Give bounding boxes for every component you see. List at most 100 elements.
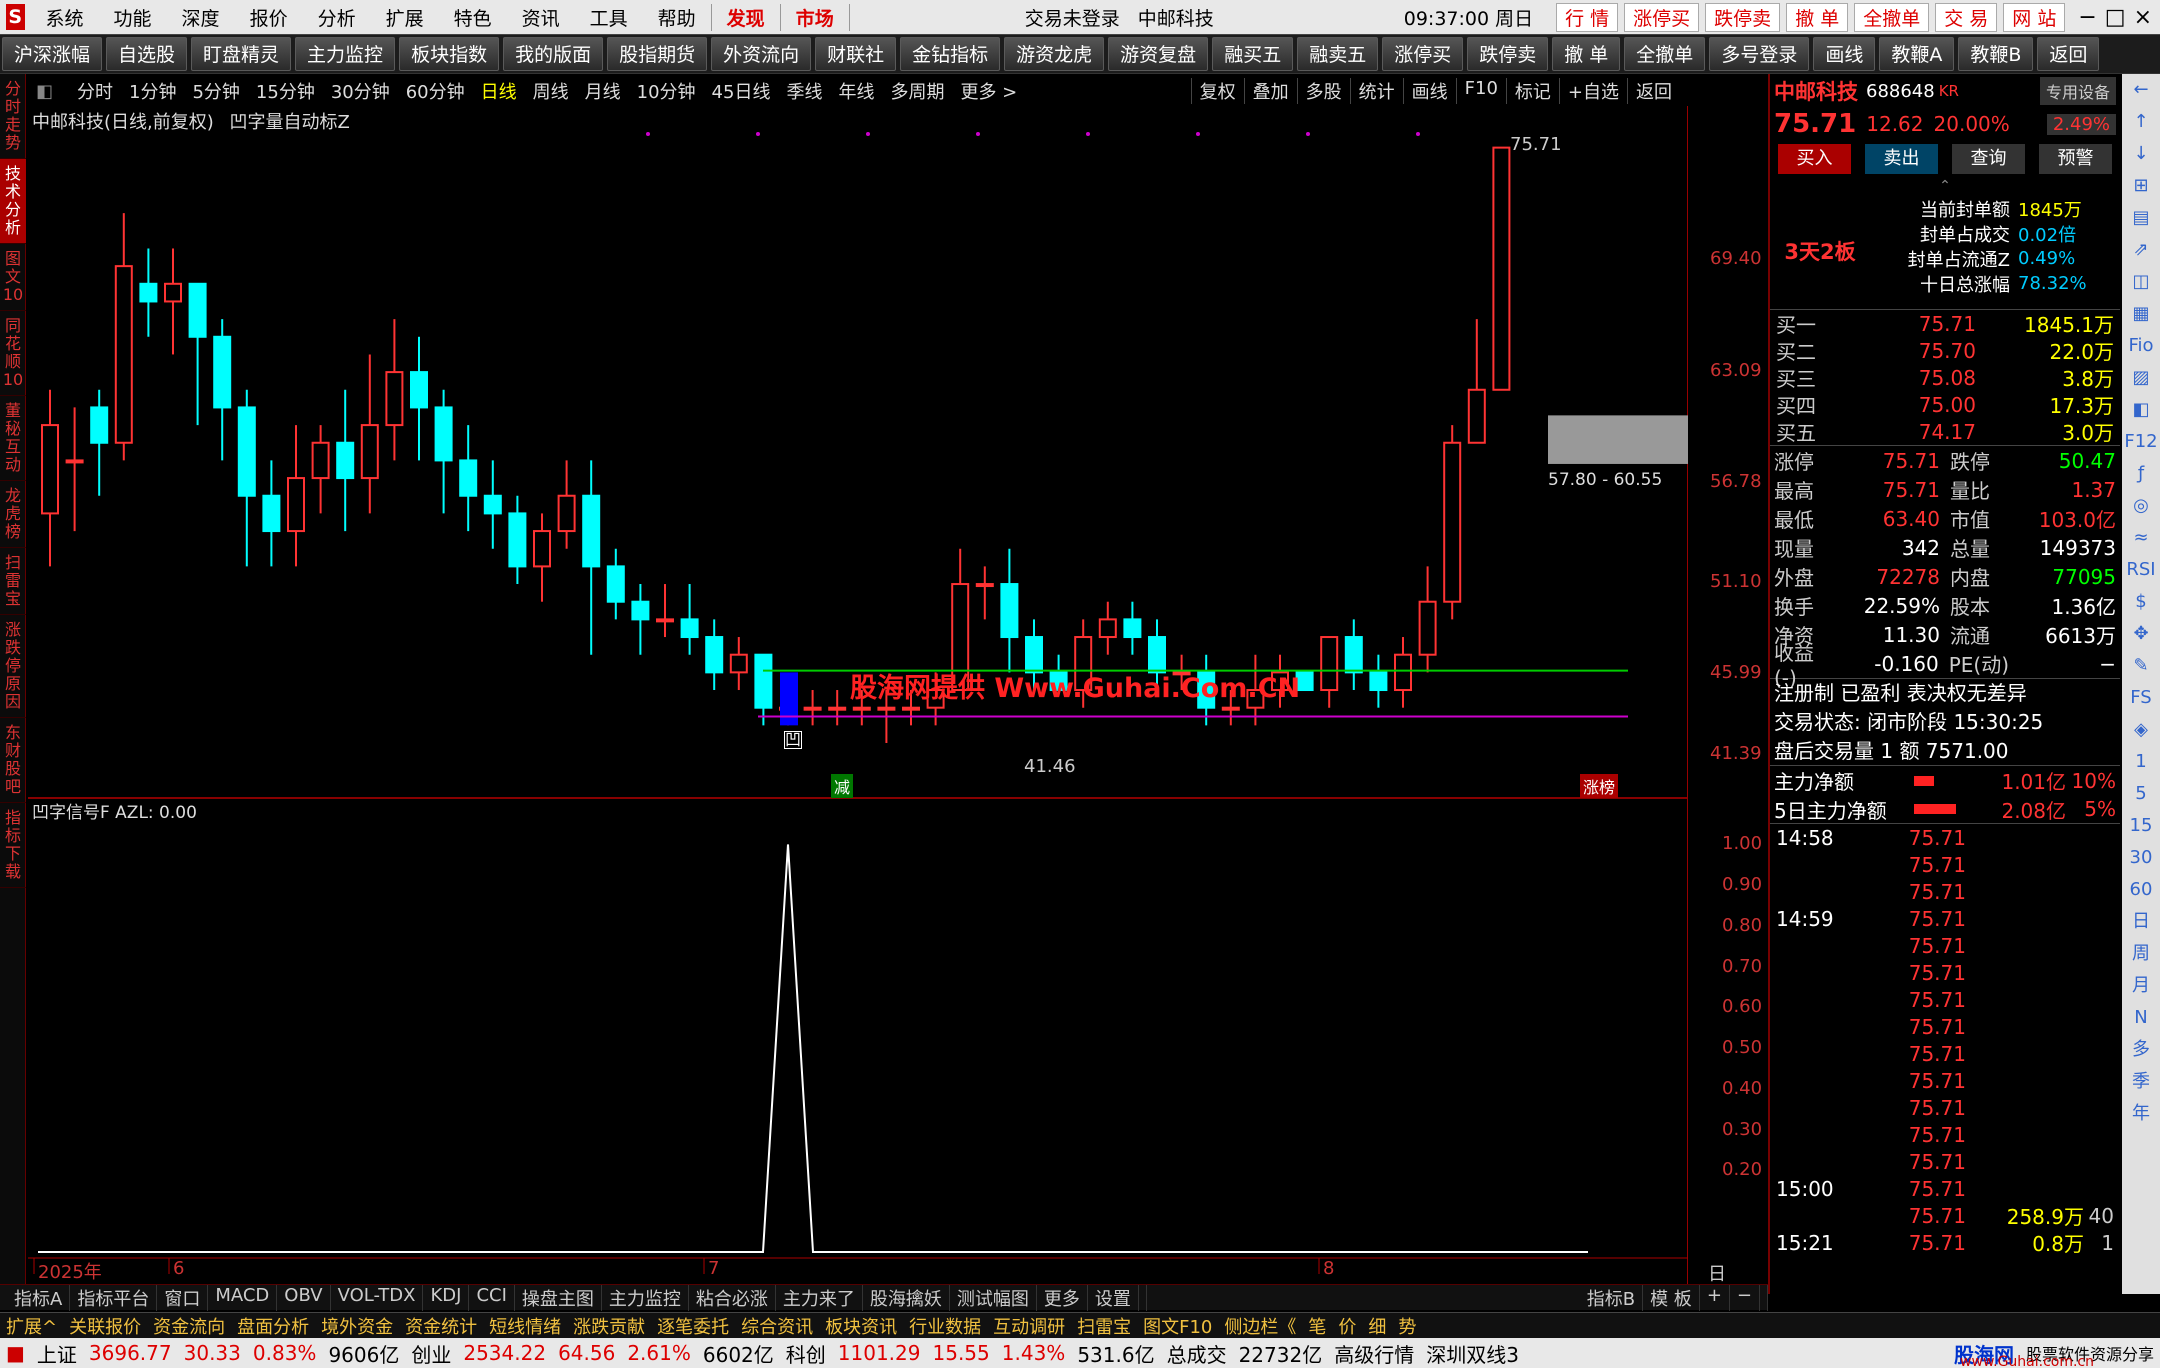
candle-body[interactable] xyxy=(754,653,773,709)
side-icon[interactable]: Fio xyxy=(2122,330,2160,362)
ext-tab[interactable]: 细 xyxy=(1362,1313,1392,1339)
toolbar-button[interactable]: 游资龙虎 xyxy=(1004,37,1105,71)
chart-tool[interactable]: F10 xyxy=(1455,78,1506,104)
candle-body[interactable] xyxy=(852,706,871,711)
candle-body[interactable] xyxy=(902,706,920,711)
period-tab[interactable]: 更多 > xyxy=(952,78,1025,104)
side-icon[interactable]: ✥ xyxy=(2122,618,2160,650)
chart-tool[interactable]: 多股 xyxy=(1296,78,1350,104)
toolbar-button[interactable]: 盯盘精灵 xyxy=(191,37,292,71)
candle-body[interactable] xyxy=(1221,706,1240,711)
ext-tab[interactable]: 势 xyxy=(1392,1313,1422,1339)
candle-body[interactable] xyxy=(114,265,133,444)
candle-body[interactable] xyxy=(557,494,576,533)
toolbar-button[interactable]: 外资流向 xyxy=(711,37,812,71)
candle-body[interactable] xyxy=(164,282,182,303)
indicator-tab[interactable]: VOL-TDX xyxy=(331,1284,424,1311)
side-icon[interactable]: 月 xyxy=(2122,970,2160,1002)
candle-body[interactable] xyxy=(41,424,59,515)
ext-tab[interactable]: 境外资金 xyxy=(315,1313,399,1339)
indicator-tab[interactable]: 主力监控 xyxy=(602,1284,689,1311)
indicator-tab[interactable]: 粘合必涨 xyxy=(689,1284,776,1311)
chart-area[interactable]: 中邮科技(日线,前复权) 凹字量自动标Z 75.71 41.46 57.80 -… xyxy=(28,106,1768,1311)
period-tab[interactable]: 30分钟 xyxy=(323,78,398,104)
side-icon[interactable]: ◫ xyxy=(2122,266,2160,298)
indicator-name[interactable]: 凹字量自动标Z xyxy=(230,112,350,133)
quote-sector[interactable]: 专用设备 xyxy=(2039,77,2116,105)
period-tab[interactable]: 分时 xyxy=(69,78,121,104)
menu-item[interactable]: 功能 xyxy=(99,4,167,31)
candle-body[interactable] xyxy=(1492,146,1511,391)
toolbar-button[interactable]: 教鞭A xyxy=(1879,37,1955,71)
side-icon[interactable]: 60 xyxy=(2122,874,2160,906)
toolbar-button[interactable]: 沪深涨幅 xyxy=(2,37,103,71)
toolbar-button[interactable]: 自选股 xyxy=(106,37,188,71)
toolbar-button[interactable]: 财联社 xyxy=(815,37,897,71)
indicator-tab[interactable]: 更多 xyxy=(1037,1284,1088,1311)
candle-body[interactable] xyxy=(139,282,158,303)
side-icon[interactable]: ⇗ xyxy=(2122,234,2160,266)
candle-body[interactable] xyxy=(237,406,256,497)
candle-body[interactable] xyxy=(582,494,601,568)
candle-body[interactable] xyxy=(803,706,822,711)
leftnav-tab[interactable]: 图文10 xyxy=(0,244,26,311)
menu-item[interactable]: 系统 xyxy=(31,4,99,31)
indicator-tab[interactable]: 设置 xyxy=(1088,1284,1139,1311)
candle-body[interactable] xyxy=(385,371,404,427)
ext-tab[interactable]: 综合资讯 xyxy=(735,1313,819,1339)
side-icon[interactable]: ↑ xyxy=(2122,106,2160,138)
toolbar-button[interactable]: 主力监控 xyxy=(295,37,396,71)
side-icon[interactable]: ƒ xyxy=(2122,458,2160,490)
period-tab[interactable]: 年线 xyxy=(830,78,882,104)
candle-body[interactable] xyxy=(828,706,847,711)
indicator-tab[interactable]: CCI xyxy=(469,1284,515,1311)
indicator-tab[interactable]: 测试幅图 xyxy=(950,1284,1037,1311)
candle-body[interactable] xyxy=(459,459,478,497)
leftnav-tab[interactable]: 技术分析 xyxy=(0,159,26,244)
menu-btn[interactable]: 涨停买 xyxy=(1624,2,1700,32)
indicator-tab[interactable]: KDJ xyxy=(423,1284,470,1311)
candle-body[interactable] xyxy=(1394,653,1412,692)
candle-body[interactable] xyxy=(606,565,625,603)
leftnav-tab[interactable]: 龙虎榜 xyxy=(0,481,26,548)
period-tab[interactable]: 多周期 xyxy=(882,78,952,104)
side-icon[interactable]: 日 xyxy=(2122,906,2160,938)
candle-body[interactable] xyxy=(410,371,428,409)
candle-body[interactable] xyxy=(1418,600,1437,656)
chart-tool[interactable]: 返回 xyxy=(1627,78,1680,104)
indicator-tab[interactable]: 主力来了 xyxy=(776,1284,863,1311)
toolbar-button[interactable]: 全撤单 xyxy=(1624,37,1706,71)
menu-market[interactable]: 市场 xyxy=(779,3,850,31)
template-control[interactable]: 指标B xyxy=(1580,1284,1644,1311)
ext-tab[interactable]: 笔 xyxy=(1302,1313,1332,1339)
indicator-tab[interactable]: 窗口 xyxy=(157,1284,209,1311)
indicator-tab[interactable]: 操盘主图 xyxy=(515,1284,602,1311)
candle-body[interactable] xyxy=(336,441,355,480)
candle-body[interactable] xyxy=(1369,671,1388,692)
template-control[interactable]: − xyxy=(1730,1284,1760,1311)
ext-tab[interactable]: 侧边栏《 xyxy=(1218,1313,1302,1339)
indicator-tab[interactable]: MACD xyxy=(208,1284,278,1311)
ext-tab[interactable]: 图文F10 xyxy=(1137,1313,1218,1339)
toolbar-button[interactable]: 撤 单 xyxy=(1552,37,1621,71)
leftnav-tab[interactable]: 董秘互动 xyxy=(0,396,26,481)
toolbar-button[interactable]: 返回 xyxy=(2037,37,2100,71)
side-icon[interactable]: ▦ xyxy=(2122,298,2160,330)
menu-btn[interactable]: 行 情 xyxy=(1556,2,1619,32)
toolbar-button[interactable]: 股指期货 xyxy=(607,37,708,71)
side-icon[interactable]: ≈ xyxy=(2122,522,2160,554)
candle-body[interactable] xyxy=(213,335,232,409)
window-controls[interactable]: −□× xyxy=(2078,5,2160,30)
candle-body[interactable] xyxy=(360,424,379,480)
alert-button[interactable]: 预警 xyxy=(2039,144,2112,174)
candle-body[interactable] xyxy=(656,618,674,623)
side-icon[interactable]: 30 xyxy=(2122,842,2160,874)
ext-tab[interactable]: 短线情绪 xyxy=(483,1313,567,1339)
chart-tool[interactable]: +自选 xyxy=(1558,78,1627,104)
menu-btn[interactable]: 撤 单 xyxy=(1786,2,1849,32)
chart-tool[interactable]: 画线 xyxy=(1402,78,1456,104)
chart-tool[interactable]: 标记 xyxy=(1505,78,1559,104)
menu-item[interactable]: 分析 xyxy=(303,4,371,31)
leftnav-tab[interactable]: 指标下载 xyxy=(0,803,26,888)
ext-tab[interactable]: 逐笔委托 xyxy=(651,1313,735,1339)
